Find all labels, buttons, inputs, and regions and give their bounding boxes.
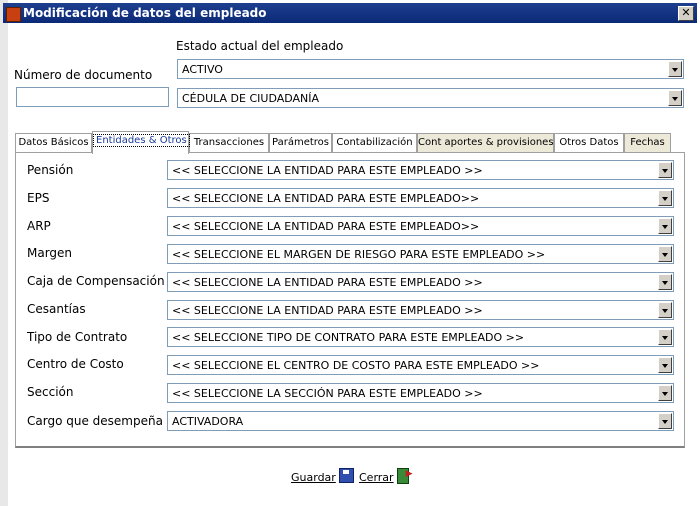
chevron-down-icon[interactable] [658, 190, 672, 206]
tab-fechas[interactable]: Fechas [624, 133, 671, 153]
tab-datos-basicos[interactable]: Datos Básicos [15, 133, 92, 153]
arp-label: ARP [27, 219, 51, 233]
chevron-down-icon[interactable] [658, 162, 672, 178]
floppy-disk-icon [338, 468, 354, 483]
chevron-down-icon[interactable] [658, 385, 672, 401]
tipo-contrato-value: << SELECCIONE TIPO DE CONTRATO PARA ESTE… [172, 331, 525, 344]
chevron-down-icon[interactable] [658, 357, 672, 373]
pension-value: << SELECCIONE LA ENTIDAD PARA ESTE EMPLE… [172, 164, 483, 177]
tipo-documento-select[interactable]: CÉDULA DE CIUDADANÍA [177, 88, 684, 108]
centro-costo-select[interactable]: << SELECCIONE EL CENTRO DE COSTO PARA ES… [167, 355, 674, 375]
app-icon [6, 7, 21, 22]
chevron-down-icon[interactable] [658, 413, 672, 429]
caja-compensacion-select[interactable]: << SELECCIONE LA ENTIDAD PARA ESTE EMPLE… [167, 272, 674, 292]
tab-otros-datos[interactable]: Otros Datos [554, 133, 624, 153]
cesantias-label: Cesantías [27, 302, 86, 316]
estado-select-value: ACTIVO [182, 63, 223, 76]
chevron-down-icon[interactable] [658, 329, 672, 345]
cargo-label: Cargo que desempeña [27, 414, 163, 428]
tab-entidades-otros[interactable]: Entidades & Otros [92, 131, 190, 154]
cesantias-select[interactable]: << SELECCIONE LA ENTIDAD PARA ESTE EMPLE… [167, 300, 674, 320]
tab-transacciones[interactable]: Transacciones [189, 133, 269, 153]
caja-compensacion-value: << SELECCIONE LA ENTIDAD PARA ESTE EMPLE… [172, 276, 483, 289]
eps-label: EPS [27, 191, 50, 205]
guardar-button[interactable]: Guardar [291, 468, 354, 484]
chevron-down-icon[interactable] [658, 218, 672, 234]
cerrar-label: Cerrar [359, 471, 394, 484]
estado-label: Estado actual del empleado [176, 39, 344, 53]
chevron-down-icon[interactable] [668, 90, 682, 106]
pension-label: Pensión [27, 163, 74, 177]
centro-costo-label: Centro de Costo [27, 357, 124, 371]
arp-value: << SELECCIONE LA ENTIDAD PARA ESTE EMPLE… [172, 220, 480, 233]
documento-input[interactable] [16, 87, 169, 107]
tab-parametros[interactable]: Parámetros [269, 133, 332, 153]
documento-label: Número de documento [14, 68, 153, 82]
tab-entidades-otros-label: Entidades & Otros [93, 134, 190, 147]
window-title: Modificación de datos del empleado [23, 6, 267, 20]
chevron-down-icon[interactable] [668, 61, 682, 77]
tipo-contrato-label: Tipo de Contrato [27, 330, 128, 344]
window-titlebar: Modificación de datos del empleado ✕ [3, 3, 697, 23]
margen-select[interactable]: << SELECCIONE EL MARGEN DE RIESGO PARA E… [167, 244, 674, 264]
eps-value: << SELECCIONE LA ENTIDAD PARA ESTE EMPLE… [172, 192, 480, 205]
eps-select[interactable]: << SELECCIONE LA ENTIDAD PARA ESTE EMPLE… [167, 188, 674, 208]
tipo-documento-value: CÉDULA DE CIUDADANÍA [182, 92, 320, 105]
guardar-label: Guardar [291, 471, 336, 484]
tab-cont-aportes[interactable]: Cont aportes & provisiones [417, 133, 554, 153]
tab-contabilizacion[interactable]: Contabilización [332, 133, 417, 153]
estado-select[interactable]: ACTIVO [177, 59, 684, 79]
caja-compensacion-label: Caja de Compensación [27, 274, 165, 288]
cesantias-value: << SELECCIONE LA ENTIDAD PARA ESTE EMPLE… [172, 304, 483, 317]
exit-door-icon [396, 468, 413, 484]
cargo-value: ACTIVADORA [172, 415, 244, 428]
background-window-edge [0, 0, 8, 506]
seccion-select[interactable]: << SELECCIONE LA SECCIÓN PARA ESTE EMPLE… [167, 383, 674, 403]
tipo-contrato-select[interactable]: << SELECCIONE TIPO DE CONTRATO PARA ESTE… [167, 327, 674, 347]
seccion-value: << SELECCIONE LA SECCIÓN PARA ESTE EMPLE… [172, 387, 483, 400]
close-icon[interactable]: ✕ [678, 6, 694, 21]
seccion-label: Sección [27, 385, 74, 399]
chevron-down-icon[interactable] [658, 274, 672, 290]
arp-select[interactable]: << SELECCIONE LA ENTIDAD PARA ESTE EMPLE… [167, 216, 674, 236]
cerrar-button[interactable]: Cerrar [359, 468, 413, 484]
chevron-down-icon[interactable] [658, 302, 672, 318]
centro-costo-value: << SELECCIONE EL CENTRO DE COSTO PARA ES… [172, 359, 540, 372]
margen-value: << SELECCIONE EL MARGEN DE RIESGO PARA E… [172, 248, 546, 261]
cargo-select[interactable]: ACTIVADORA [167, 411, 674, 431]
tab-strip: Datos Básicos Entidades & Otros Transacc… [15, 131, 685, 154]
chevron-down-icon[interactable] [658, 246, 672, 262]
pension-select[interactable]: << SELECCIONE LA ENTIDAD PARA ESTE EMPLE… [167, 160, 674, 180]
margen-label: Margen [27, 246, 73, 260]
